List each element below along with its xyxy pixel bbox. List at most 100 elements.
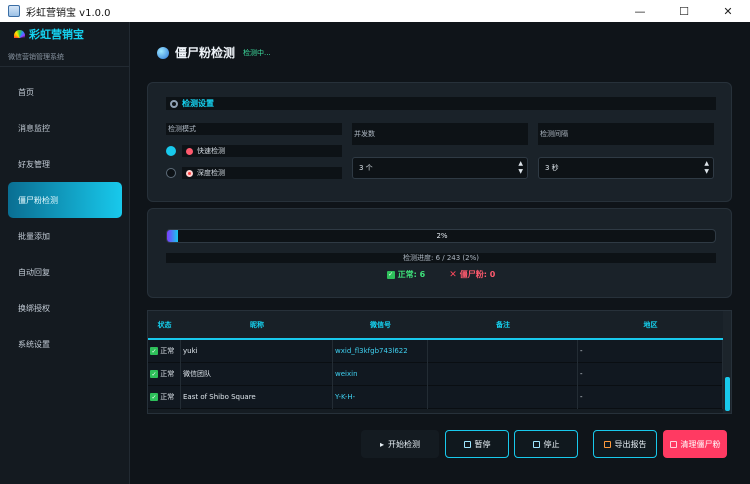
progress-detail: 检测进度: 6 / 243 (2%) bbox=[166, 253, 716, 263]
target-icon bbox=[186, 169, 193, 177]
table-row[interactable]: ✓ 正常 微信团队 weixin - bbox=[148, 362, 731, 386]
stop-button[interactable]: 停止 bbox=[514, 430, 578, 458]
brand-name: 彩虹营销宝 bbox=[29, 28, 84, 41]
play-icon: ▸ bbox=[379, 439, 384, 449]
sidebar-item-friend-management[interactable]: 好友管理 bbox=[8, 146, 122, 182]
brand: 彩虹营销宝 bbox=[14, 26, 84, 42]
col-nickname[interactable]: 昵称 bbox=[181, 320, 333, 330]
radio-deep[interactable] bbox=[166, 168, 176, 178]
cell-remark bbox=[428, 362, 578, 386]
check-icon: ✓ bbox=[386, 270, 395, 279]
col-status[interactable]: 状态 bbox=[148, 320, 181, 330]
settings-heading-label: 检测设置 bbox=[182, 99, 214, 108]
cell-wxid: wxid_fl3kfgb743l622 bbox=[333, 339, 428, 363]
status-text: 正常 bbox=[160, 347, 175, 355]
pause-icon bbox=[463, 440, 471, 448]
col-remark[interactable]: 备注 bbox=[428, 320, 578, 330]
cell-status: ✓ 正常 bbox=[148, 385, 181, 409]
mode-option-fast-label: 快速检测 bbox=[182, 145, 342, 157]
sidebar-item-rebind-auth[interactable]: 换绑授权 bbox=[8, 290, 122, 326]
gear-icon bbox=[170, 99, 178, 108]
start-detection-button[interactable]: ▸ 开始检测 bbox=[361, 430, 439, 458]
status-text: 正常 bbox=[160, 393, 175, 401]
maximize-button[interactable]: ☐ bbox=[662, 0, 706, 22]
sidebar-item-auto-reply[interactable]: 自动回复 bbox=[8, 254, 122, 290]
status-text: 正常 bbox=[160, 370, 175, 378]
sidebar-item-home[interactable]: 首页 bbox=[8, 74, 122, 110]
scrollbar-thumb[interactable] bbox=[725, 377, 730, 411]
window-title: 彩虹营销宝 v1.0.0 bbox=[26, 7, 111, 19]
chevron-down-icon[interactable]: ▼ bbox=[704, 168, 709, 176]
stepper-arrows[interactable]: ▲ ▼ bbox=[704, 160, 709, 176]
trash-icon bbox=[669, 440, 677, 448]
settings-card: 检测设置 检测模式 快速检测 深度检测 并发数 3 个 ▲ ▼ 检测间隔 3 秒… bbox=[147, 82, 732, 202]
sidebar-item-zombie-detection[interactable]: 僵尸粉检测 bbox=[8, 182, 122, 218]
clean-label: 清理僵尸粉 bbox=[680, 439, 721, 449]
col-region[interactable]: 地区 bbox=[578, 320, 723, 330]
report-icon bbox=[603, 440, 611, 448]
pause-button[interactable]: 暂停 bbox=[445, 430, 509, 458]
mode-label: 检测模式 bbox=[166, 123, 342, 135]
cell-wxid: weixin bbox=[333, 362, 428, 386]
mode-deep-text: 深度检测 bbox=[197, 169, 225, 177]
app-window: 彩虹营销宝 微信营销管理系统 首页 消息监控 好友管理 僵尸粉检测 批量添加 自… bbox=[0, 22, 750, 484]
zombie-count: ✕ 僵尸粉: 0 bbox=[449, 269, 495, 280]
sidebar: 彩虹营销宝 微信营销管理系统 首页 消息监控 好友管理 僵尸粉检测 批量添加 自… bbox=[0, 22, 130, 484]
minimize-button[interactable]: — bbox=[618, 0, 662, 22]
concurrency-value: 3 个 bbox=[359, 164, 373, 172]
cell-region: - bbox=[578, 385, 723, 409]
sidebar-nav: 首页 消息监控 好友管理 僵尸粉检测 批量添加 自动回复 换绑授权 系统设置 bbox=[0, 74, 130, 362]
page-title: 僵尸粉检测 bbox=[175, 46, 236, 60]
divider bbox=[0, 66, 130, 67]
close-button[interactable]: ✕ bbox=[706, 0, 750, 22]
export-label: 导出报告 bbox=[614, 439, 647, 449]
cell-status: ✓ 正常 bbox=[148, 339, 181, 363]
clean-zombies-button[interactable]: 清理僵尸粉 bbox=[663, 430, 727, 458]
sidebar-item-message-monitor[interactable]: 消息监控 bbox=[8, 110, 122, 146]
main-content: 僵尸粉检测 检测中... 检测设置 检测模式 快速检测 深度检测 并发数 3 个… bbox=[131, 22, 750, 484]
rainbow-icon bbox=[14, 30, 25, 38]
cell-wxid: Y-K-H- bbox=[333, 385, 428, 409]
check-icon: ✓ bbox=[150, 347, 158, 355]
concurrency-stepper[interactable]: 3 个 ▲ ▼ bbox=[352, 157, 528, 179]
check-icon: ✓ bbox=[150, 370, 158, 378]
table-header: 状态 昵称 微信号 备注 地区 bbox=[148, 311, 731, 340]
chevron-up-icon[interactable]: ▲ bbox=[704, 160, 709, 168]
export-report-button[interactable]: 导出报告 bbox=[593, 430, 657, 458]
col-wxid[interactable]: 微信号 bbox=[333, 320, 428, 330]
interval-value: 3 秒 bbox=[545, 164, 559, 172]
progress-card: 2% 检测进度: 6 / 243 (2%) ✓ 正常: 6 ✕ 僵尸粉: 0 bbox=[147, 208, 732, 298]
cell-remark bbox=[428, 339, 578, 363]
chevron-down-icon[interactable]: ▼ bbox=[518, 168, 523, 176]
table-row[interactable]: ✓ 正常 East of Shibo Square Y-K-H- - bbox=[148, 385, 731, 409]
stop-icon bbox=[532, 440, 540, 448]
cross-icon: ✕ bbox=[449, 269, 457, 280]
interval-label: 检测间隔 bbox=[538, 123, 714, 145]
normal-count: ✓ 正常: 6 bbox=[386, 269, 425, 280]
mode-option-fast[interactable]: 快速检测 bbox=[166, 145, 342, 157]
table-scrollbar[interactable] bbox=[723, 311, 731, 413]
mode-fast-text: 快速检测 bbox=[197, 147, 225, 155]
table-row[interactable]: ✓ 正常 yuki wxid_fl3kfgb743l622 - bbox=[148, 339, 731, 363]
cell-region: - bbox=[578, 362, 723, 386]
cell-remark bbox=[428, 385, 578, 409]
cell-region: - bbox=[578, 339, 723, 363]
cell-nickname: yuki bbox=[181, 339, 333, 363]
sidebar-item-batch-add[interactable]: 批量添加 bbox=[8, 218, 122, 254]
sidebar-item-settings[interactable]: 系统设置 bbox=[8, 326, 122, 362]
concurrency-label: 并发数 bbox=[352, 123, 528, 145]
page-header: 僵尸粉检测 检测中... bbox=[157, 44, 271, 61]
brand-subtitle: 微信营销管理系统 bbox=[8, 53, 64, 61]
progress-bar: 2% bbox=[166, 229, 716, 243]
results-table: 状态 昵称 微信号 备注 地区 ✓ 正常 yuki wxid_fl3kfgb74… bbox=[147, 310, 732, 414]
progress-percent: 2% bbox=[436, 232, 448, 240]
settings-heading: 检测设置 bbox=[166, 97, 716, 110]
mode-option-deep[interactable]: 深度检测 bbox=[166, 167, 342, 179]
result-counts: ✓ 正常: 6 ✕ 僵尸粉: 0 bbox=[166, 269, 716, 280]
cell-nickname: East of Shibo Square bbox=[181, 385, 333, 409]
stepper-arrows[interactable]: ▲ ▼ bbox=[518, 160, 523, 176]
interval-stepper[interactable]: 3 秒 ▲ ▼ bbox=[538, 157, 714, 179]
chevron-up-icon[interactable]: ▲ bbox=[518, 160, 523, 168]
rocket-icon bbox=[186, 147, 193, 155]
radio-fast[interactable] bbox=[166, 146, 176, 156]
